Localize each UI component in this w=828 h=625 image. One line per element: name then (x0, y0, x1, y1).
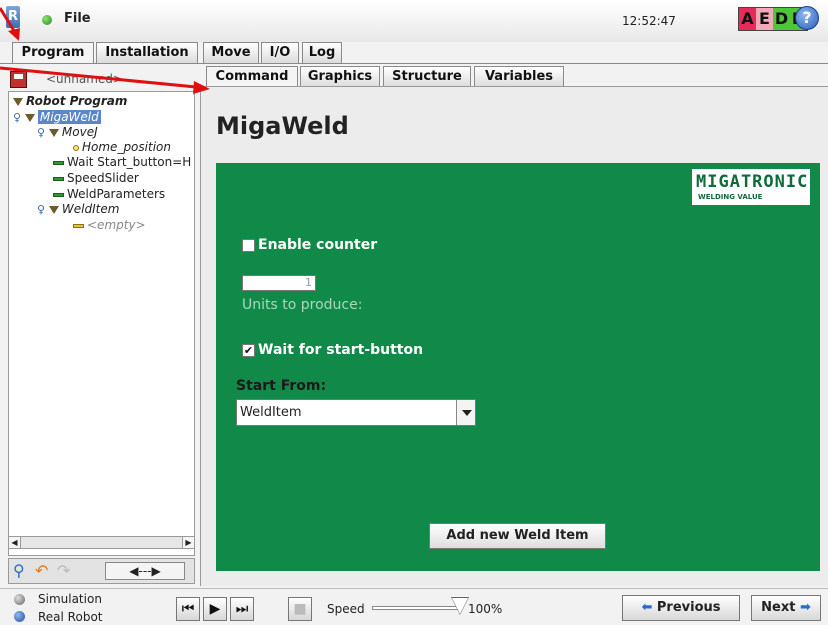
tab-divider (0, 63, 828, 64)
page-title: MigaWeld (216, 112, 349, 140)
tree-item-migaweld[interactable]: ♀ MigaWeld (13, 110, 101, 125)
start-from-label: Start From: (236, 378, 327, 394)
wait-start-label: Wait for start-button (258, 342, 424, 358)
expand-triangle-icon (48, 128, 59, 137)
command-icon (53, 176, 64, 181)
add-weld-item-button[interactable]: Add new Weld Item (429, 523, 606, 549)
wait-start-checkbox[interactable]: ✔ (242, 344, 255, 357)
tree-item-home-position[interactable]: Home_position (73, 140, 171, 155)
logo-subtext: WELDING VALUE (698, 193, 763, 201)
status-dot-icon (42, 15, 52, 25)
start-from-value: WeldItem (240, 405, 302, 420)
previous-label: Previous (656, 600, 721, 615)
stop-button[interactable]: ■ (288, 597, 312, 621)
tab-installation[interactable]: Installation (96, 42, 198, 63)
migatronic-logo: MIGATRONIC WELDING VALUE (692, 169, 810, 205)
speed-slider[interactable] (372, 606, 460, 610)
tree-item-label: WeldParameters (67, 187, 166, 201)
ur-logo-icon: R (6, 6, 20, 28)
simulation-label: Simulation (38, 592, 102, 606)
tree-toolbar: ⚲ ↶ ↷ ◀---▶ (8, 558, 195, 584)
tree-node-icon: ♀ (37, 126, 46, 139)
tree-scrollbar[interactable]: ◀ ▶ (8, 536, 195, 549)
aedd-letter: D (773, 8, 790, 30)
tree-item-wait[interactable]: Wait Start_button=H (53, 155, 191, 170)
tab-move[interactable]: Move (203, 42, 259, 63)
arrow-left-icon: ⬅ (641, 600, 653, 615)
clock: 12:52:47 (622, 14, 676, 28)
tree-item-label: MigaWeld (37, 110, 101, 124)
help-icon[interactable]: ? (795, 6, 819, 30)
redo-icon[interactable]: ↷ (57, 561, 70, 581)
tab-program[interactable]: Program (12, 42, 94, 64)
search-icon[interactable]: ⚲ (13, 562, 25, 580)
scroll-right-icon[interactable]: ▶ (182, 537, 194, 548)
expand-triangle-icon (48, 205, 59, 214)
program-tree: Robot Program ♀ MigaWeld ♀ MoveJ Home_po… (8, 91, 195, 556)
tab-graphics[interactable]: Graphics (300, 66, 380, 87)
tree-item-label: Wait Start_button=H (67, 155, 192, 169)
start-from-select[interactable]: WeldItem (236, 399, 476, 426)
tab-command[interactable]: Command (206, 66, 298, 88)
next-label: Next (761, 600, 796, 615)
aedd-letter: E (756, 8, 773, 30)
tree-node-icon: ♀ (37, 203, 46, 216)
speed-label: Speed (327, 602, 365, 616)
real-robot-label: Real Robot (38, 610, 103, 624)
speed-value: 100% (468, 602, 503, 616)
save-icon[interactable] (10, 71, 27, 88)
undo-icon[interactable]: ↶ (35, 561, 48, 581)
aedd-letter: A (739, 8, 756, 30)
tree-node-icon: ♀ (13, 111, 22, 124)
tree-item-label: WeldItem (61, 202, 120, 216)
expand-triangle-icon (13, 97, 23, 106)
file-menu[interactable]: File (64, 11, 91, 26)
previous-button[interactable]: ⬅ Previous (622, 595, 740, 621)
command-icon (53, 192, 64, 197)
arrow-right-icon: ➡ (799, 600, 811, 615)
skip-start-button[interactable]: ⏮ (176, 597, 200, 621)
tree-item-label: MoveJ (61, 125, 98, 139)
waypoint-icon (73, 144, 79, 151)
tree-item-movej[interactable]: ♀ MoveJ (37, 125, 98, 140)
real-robot-radio[interactable] (14, 611, 25, 622)
empty-node-icon (73, 223, 84, 228)
units-label: Units to produce: (242, 297, 363, 313)
enable-counter-checkbox[interactable] (242, 239, 255, 252)
tree-item-label: <empty> (87, 218, 146, 232)
top-bar (0, 0, 828, 42)
tab-log[interactable]: Log (302, 42, 342, 63)
tree-item-weldparameters[interactable]: WeldParameters (53, 187, 165, 202)
next-button[interactable]: Next ➡ (751, 595, 821, 621)
speed-slider-thumb[interactable] (452, 598, 468, 614)
enable-counter-label: Enable counter (258, 237, 378, 253)
tree-item-speedslider[interactable]: SpeedSlider (53, 171, 139, 186)
tree-item-welditem[interactable]: ♀ WeldItem (37, 202, 119, 217)
logo-text: MIGATRONIC (696, 172, 809, 192)
units-input[interactable]: 1 (242, 275, 316, 291)
tree-item-label: Home_position (82, 140, 171, 154)
expand-triangle-icon (24, 113, 35, 122)
simulation-radio[interactable] (14, 594, 25, 605)
tab-structure[interactable]: Structure (383, 66, 471, 87)
chevron-down-icon[interactable] (456, 400, 475, 425)
tree-item-label: SpeedSlider (67, 171, 139, 185)
play-button[interactable]: ▶ (203, 597, 227, 621)
move-node-button[interactable]: ◀---▶ (105, 562, 185, 580)
step-button[interactable]: ⏭ (230, 597, 254, 621)
tab-variables[interactable]: Variables (474, 66, 564, 87)
command-icon (53, 160, 64, 165)
tree-item-label: Robot Program (26, 94, 128, 108)
tree-item-robot-program[interactable]: Robot Program (13, 94, 127, 109)
scroll-left-icon[interactable]: ◀ (9, 537, 21, 548)
tree-item-empty[interactable]: <empty> (73, 218, 146, 233)
program-filename: <unnamed> (46, 72, 123, 86)
tab-io[interactable]: I/O (261, 42, 299, 63)
migaweld-panel: MIGATRONIC WELDING VALUE Enable counter … (216, 163, 820, 571)
